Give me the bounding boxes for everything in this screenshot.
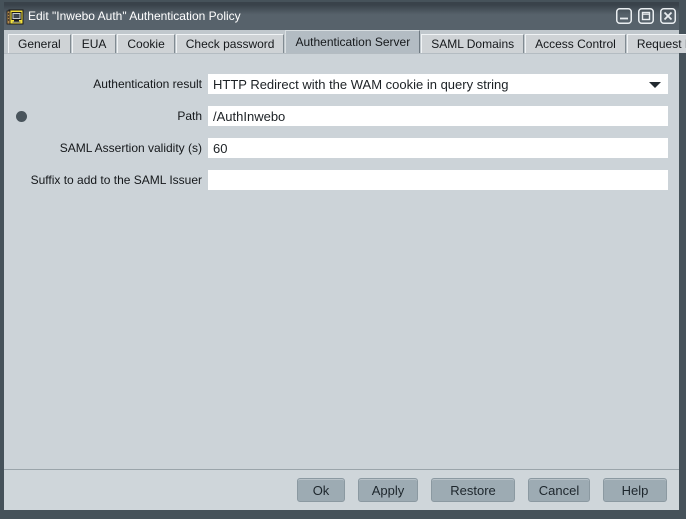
button-bar: Ok Apply Restore Cancel Help	[4, 469, 679, 510]
tab-saml-domains[interactable]: SAML Domains	[421, 34, 524, 53]
tab-request-manager[interactable]: Request Manager	[627, 34, 686, 53]
tab-eua[interactable]: EUA	[72, 34, 117, 53]
application-icon	[6, 8, 24, 26]
restore-button[interactable]: Restore	[431, 478, 515, 502]
path-input[interactable]	[208, 106, 668, 126]
form-row-authentication-result: Authentication result HTTP Redirect with…	[4, 74, 679, 94]
titlebar[interactable]: Edit "Inwebo Auth" Authentication Policy	[4, 2, 679, 30]
tab-panel-authentication-server: Authentication result HTTP Redirect with…	[4, 54, 679, 469]
tab-check-password[interactable]: Check password	[176, 34, 285, 53]
dialog-window: Edit "Inwebo Auth" Authentication Policy	[0, 0, 686, 519]
close-icon[interactable]	[660, 8, 676, 24]
tab-bar: General EUA Cookie Check password Authen…	[4, 30, 679, 54]
authentication-result-dropdown[interactable]: HTTP Redirect with the WAM cookie in que…	[208, 74, 668, 94]
authentication-result-value: HTTP Redirect with the WAM cookie in que…	[213, 77, 509, 92]
saml-issuer-suffix-input[interactable]	[208, 170, 668, 190]
form-row-saml-issuer-suffix: Suffix to add to the SAML Issuer	[4, 170, 679, 190]
window-title: Edit "Inwebo Auth" Authentication Policy	[28, 9, 616, 23]
apply-button[interactable]: Apply	[358, 478, 418, 502]
saml-assertion-validity-label: SAML Assertion validity (s)	[4, 141, 208, 155]
form-row-path: Path	[4, 106, 679, 126]
saml-assertion-validity-input[interactable]	[208, 138, 668, 158]
dialog-window-inner: Edit "Inwebo Auth" Authentication Policy	[4, 2, 679, 510]
bullet-indicator-icon	[16, 111, 27, 122]
tab-authentication-server[interactable]: Authentication Server	[285, 30, 420, 53]
tab-general[interactable]: General	[8, 34, 71, 53]
tab-cookie[interactable]: Cookie	[117, 34, 174, 53]
tab-access-control[interactable]: Access Control	[525, 34, 626, 53]
maximize-icon[interactable]	[638, 8, 654, 24]
path-label: Path	[4, 109, 208, 123]
window-controls	[616, 8, 676, 24]
authentication-result-label: Authentication result	[4, 77, 208, 91]
saml-issuer-suffix-label: Suffix to add to the SAML Issuer	[4, 173, 208, 187]
form-row-saml-assertion-validity: SAML Assertion validity (s)	[4, 138, 679, 158]
help-button[interactable]: Help	[603, 478, 667, 502]
cancel-button[interactable]: Cancel	[528, 478, 590, 502]
ok-button[interactable]: Ok	[297, 478, 345, 502]
chevron-down-icon	[649, 82, 661, 88]
minimize-icon[interactable]	[616, 8, 632, 24]
